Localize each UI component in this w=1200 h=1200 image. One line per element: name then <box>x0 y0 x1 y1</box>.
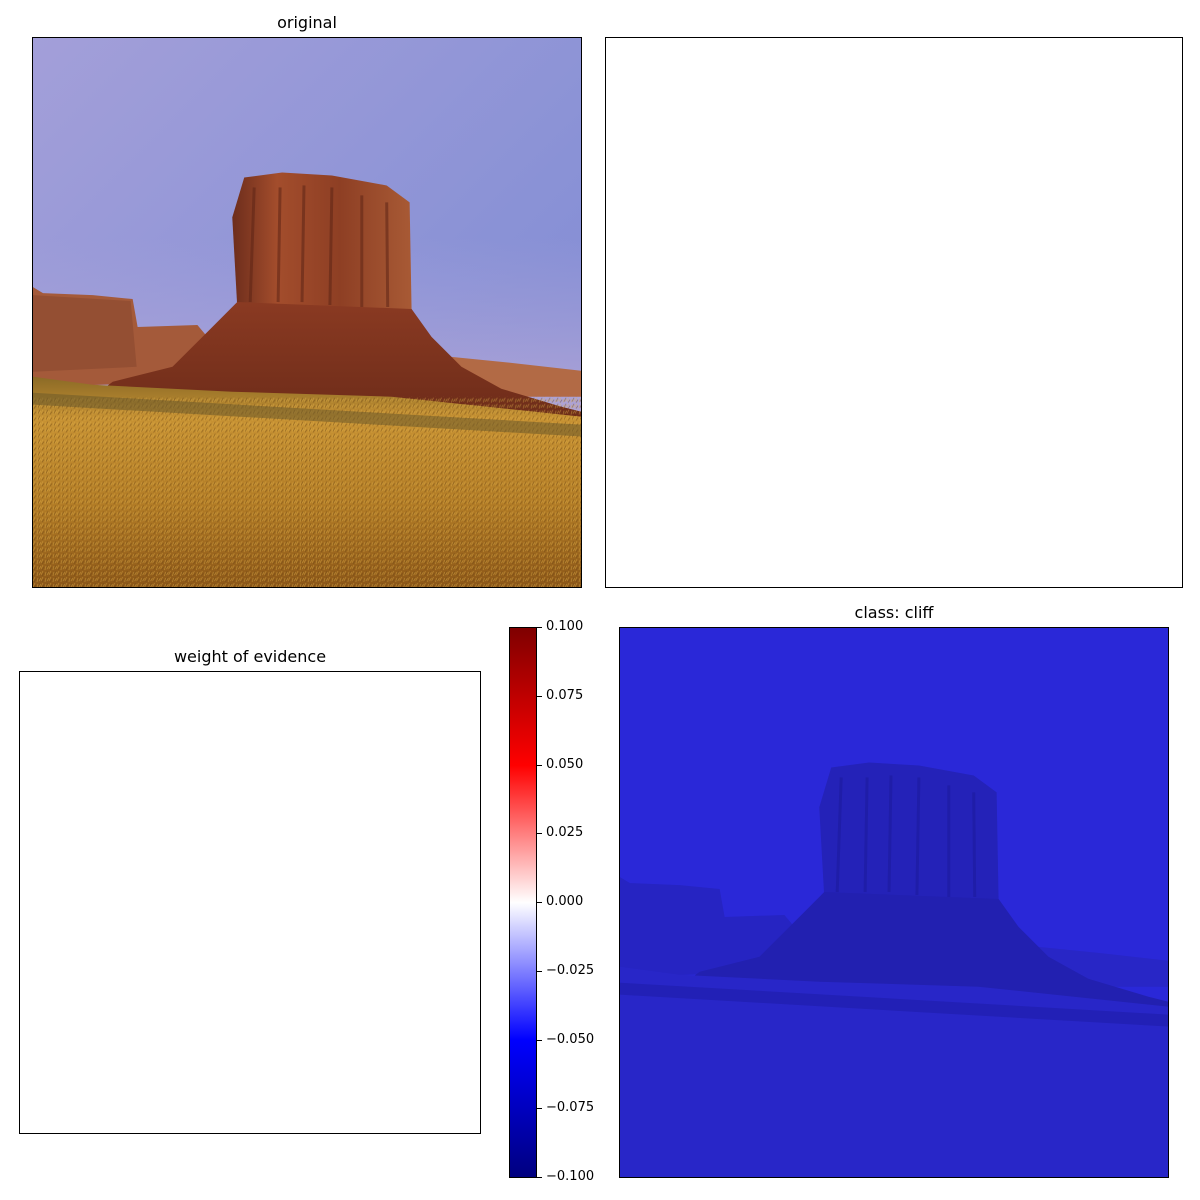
colorbar-tick-label: 0.000 <box>546 894 584 909</box>
colorbar-tick <box>537 1108 542 1109</box>
panel-class-title: class: cliff <box>854 603 934 622</box>
panel-blank <box>605 37 1183 588</box>
colorbar-tick-label: 0.075 <box>546 688 584 703</box>
colorbar-tick <box>537 971 542 972</box>
panel-original-title: original <box>277 13 337 32</box>
colorbar-tick <box>537 765 542 766</box>
colorbar-tick-label: −0.025 <box>546 963 595 978</box>
panel-class-overlay <box>619 627 1169 1178</box>
panel-woe-title: weight of evidence <box>173 647 327 666</box>
colorbar-tick <box>537 696 542 697</box>
colorbar-tick-label: −0.100 <box>546 1169 595 1184</box>
colorbar-tick <box>537 627 542 628</box>
panel-original-image <box>32 37 582 588</box>
colorbar-tick <box>537 833 542 834</box>
colorbar <box>509 627 537 1178</box>
panel-woe-heatmap <box>19 671 481 1134</box>
colorbar-tick-label: 0.100 <box>546 619 584 634</box>
colorbar-tick <box>537 1177 542 1178</box>
colorbar-tick <box>537 902 542 903</box>
colorbar-tick-label: −0.075 <box>546 1100 595 1115</box>
landscape-image <box>33 38 581 587</box>
landscape-overlay-image <box>620 628 1168 1177</box>
colorbar-tick-label: 0.025 <box>546 825 584 840</box>
colorbar-tick <box>537 1040 542 1041</box>
colorbar-tick-label: 0.050 <box>546 757 584 772</box>
colorbar-tick-label: −0.050 <box>546 1032 595 1047</box>
